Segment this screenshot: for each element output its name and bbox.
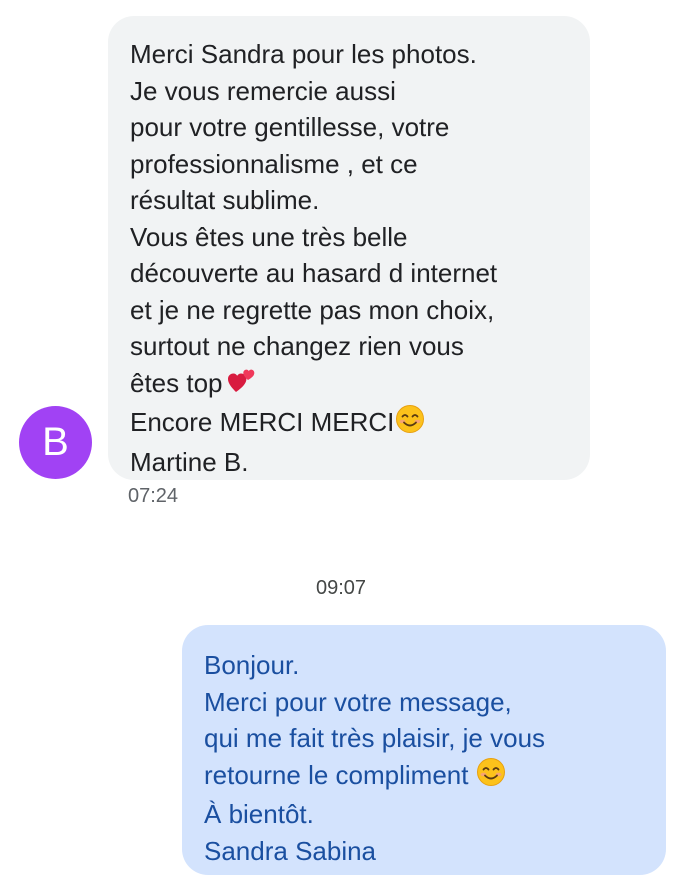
message-line-with-emoji: êtes top	[130, 365, 568, 405]
message-line: professionnalisme , et ce	[130, 148, 418, 179]
message-timestamp: 07:24	[128, 485, 179, 507]
message-text: êtes top	[130, 367, 223, 398]
message-line: pour votre gentillesse, votre	[130, 112, 450, 142]
message-line: et je ne regrette pas mon choix,	[130, 294, 495, 325]
time-divider: 09:07	[315, 577, 367, 599]
message-line: Martine B.	[130, 446, 249, 477]
smiling-face-icon	[476, 757, 506, 797]
message-line: Merci pour votre message,	[204, 686, 512, 717]
smiling-face-icon	[395, 404, 425, 444]
message-line-with-emoji: retourne le compliment	[204, 757, 644, 797]
message-line: Vous êtes une très belle	[130, 221, 408, 252]
message-line: Merci Sandra pour les photos.	[130, 39, 477, 69]
outgoing-message-bubble[interactable]: Bonjour. Merci pour votre message, qui m…	[182, 625, 666, 875]
message-line: résultat sublime.	[130, 185, 320, 215]
message-text: retourne le compliment	[204, 759, 469, 790]
message-line: Je vous remercie aussi	[130, 75, 396, 106]
conversation-view: Merci Sandra pour les photos. Je vous re…	[0, 0, 682, 885]
message-text: Encore MERCI MERCI	[130, 407, 395, 437]
message-line: Sandra Sabina	[204, 835, 377, 866]
contact-avatar[interactable]: B	[19, 406, 92, 479]
incoming-message-bubble[interactable]: Merci Sandra pour les photos. Je vous re…	[108, 16, 590, 480]
message-line: À bientôt.	[204, 799, 314, 829]
message-line: surtout ne changez rien vous	[130, 331, 464, 361]
message-line: qui me fait très plaisir, je vous	[204, 723, 546, 753]
message-line: découverte au hasard d internet	[130, 258, 498, 288]
message-line: Bonjour.	[204, 650, 300, 680]
message-line-with-emoji: Encore MERCI MERCI	[130, 404, 568, 444]
two-hearts-icon	[227, 365, 257, 405]
